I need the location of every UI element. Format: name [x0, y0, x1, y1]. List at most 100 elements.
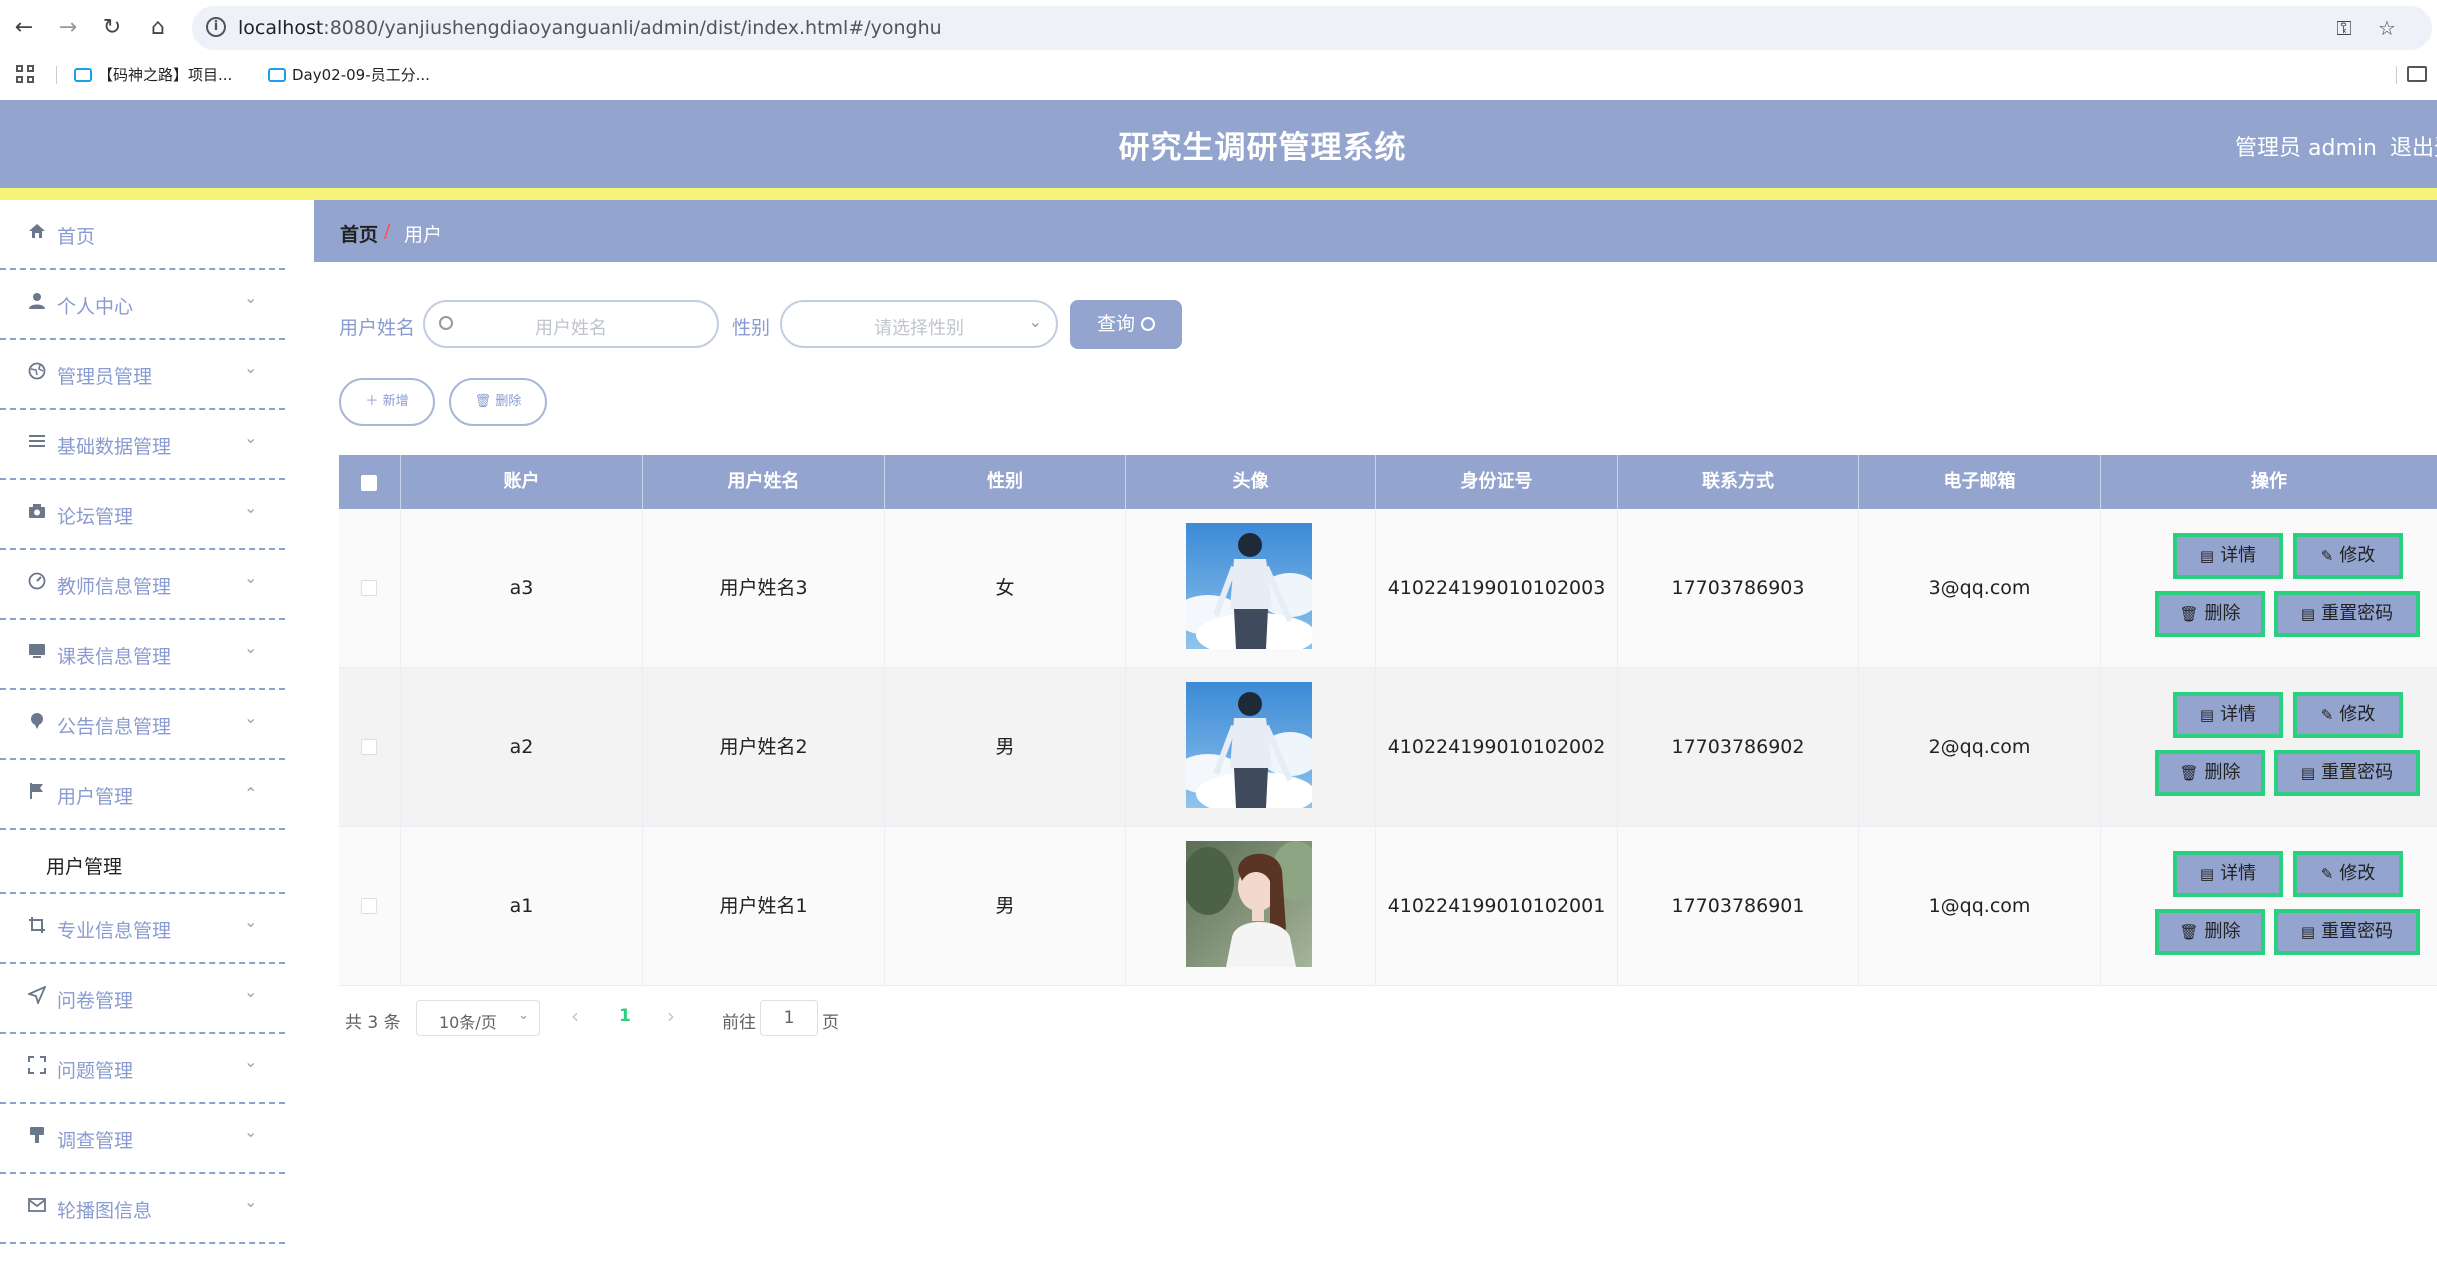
site-info-icon[interactable]: i: [206, 17, 226, 37]
logout-link[interactable]: 退出登录: [2390, 130, 2437, 162]
sidebar-item-label: 个人中心: [57, 296, 134, 318]
breadcrumb-home[interactable]: 首页: [340, 220, 378, 247]
gender-label: 性别: [732, 317, 771, 339]
edit-button[interactable]: ✎ 修改: [2293, 533, 2403, 579]
app-header: 研究生调研管理系统 管理员 admin 退出登录: [0, 100, 2437, 188]
flag-icon: [26, 782, 48, 804]
sidebar-item-basic-data[interactable]: 基础数据管理 ⌄: [0, 410, 285, 480]
select-all-checkbox[interactable]: [361, 475, 377, 491]
row-check-cell: [339, 668, 401, 826]
bookmark-item[interactable]: Day02-09-员工分...: [268, 64, 430, 86]
goto-label: 前往: [722, 1013, 756, 1033]
current-page-number[interactable]: 1: [619, 1006, 631, 1026]
avatar[interactable]: [1186, 841, 1312, 967]
row-checkbox[interactable]: [361, 739, 377, 755]
url-text[interactable]: localhost:8080/yanjiushengdiaoyanguanli/…: [238, 17, 942, 39]
add-button-label: 新增: [382, 394, 409, 409]
sidebar-subitem-label: 用户管理: [46, 856, 123, 878]
sidebar-item-carousel[interactable]: 轮播图信息 ⌄: [0, 1174, 285, 1244]
reset-password-button[interactable]: ▤ 重置密码: [2274, 909, 2420, 955]
chevron-down-icon: ⌄: [244, 358, 258, 377]
email-cell: 2@qq.com: [1859, 668, 2101, 826]
bookmark-item[interactable]: 【码神之路】项目...: [74, 64, 232, 86]
email-cell: 3@qq.com: [1859, 509, 2101, 667]
delete-button[interactable]: 🗑 删除: [2155, 591, 2265, 637]
password-key-icon[interactable]: ⚿: [2332, 16, 2356, 40]
reset-password-button-label: 重置密码: [2321, 603, 2394, 624]
column-header: 头像: [1126, 455, 1376, 509]
table-header: 账户 用户姓名 性别 头像 身份证号 联系方式 电子邮箱 操作: [339, 455, 2437, 509]
bookmark-separator: [2396, 66, 2397, 84]
edit-button[interactable]: ✎ 修改: [2293, 851, 2403, 897]
batch-delete-button[interactable]: 🗑 删除: [449, 378, 547, 426]
prev-page-icon[interactable]: ‹: [571, 1004, 579, 1028]
query-button[interactable]: 查询: [1070, 300, 1182, 349]
sidebar-item-label: 调查管理: [57, 1130, 134, 1152]
page-size-select[interactable]: 10条/页 ⌄: [416, 1000, 540, 1036]
detail-button[interactable]: ▤ 详情: [2173, 533, 2283, 579]
folder-icon[interactable]: [2407, 66, 2427, 82]
sidebar-item-question[interactable]: 问题管理 ⌄: [0, 1034, 285, 1104]
sidebar-item-home[interactable]: 首页: [0, 200, 285, 270]
page-unit-label: 页: [822, 1013, 839, 1033]
document-icon: ▤: [2199, 865, 2215, 883]
add-button[interactable]: ＋ 新增: [339, 378, 435, 426]
sidebar-item-label: 课表信息管理: [57, 646, 172, 668]
detail-button[interactable]: ▤ 详情: [2173, 692, 2283, 738]
chevron-down-icon: ⌄: [244, 708, 258, 727]
bilibili-icon: [268, 68, 286, 82]
avatar[interactable]: [1186, 682, 1312, 808]
forward-icon[interactable]: →: [56, 16, 80, 40]
home-icon[interactable]: ⌂: [146, 16, 170, 40]
next-page-icon[interactable]: ›: [667, 1004, 675, 1028]
delete-button[interactable]: 🗑 删除: [2155, 909, 2265, 955]
chevron-down-icon: ⌄: [244, 288, 258, 307]
monitor-icon: [26, 642, 48, 664]
sidebar-item-label: 基础数据管理: [57, 436, 172, 458]
sidebar-item-teacher[interactable]: 教师信息管理 ⌄: [0, 550, 285, 620]
edit-button[interactable]: ✎ 修改: [2293, 692, 2403, 738]
gender-select[interactable]: 请选择性别 ⌄: [780, 300, 1058, 348]
sidebar-item-profile[interactable]: 个人中心 ⌄: [0, 270, 285, 340]
header-accent-bar: [0, 188, 2437, 200]
sidebar-item-questionnaire[interactable]: 问卷管理 ⌄: [0, 964, 285, 1034]
crop-icon: [26, 916, 48, 938]
row-checkbox[interactable]: [361, 580, 377, 596]
bookmark-label: Day02-09-员工分...: [292, 66, 430, 84]
reset-password-button[interactable]: ▤ 重置密码: [2274, 591, 2420, 637]
bookmarks-bar: 【码神之路】项目... Day02-09-员工分...: [0, 58, 2437, 92]
reload-icon[interactable]: ↻: [100, 16, 124, 40]
edit-icon: ✎: [2320, 865, 2334, 883]
delete-button[interactable]: 🗑 删除: [2155, 750, 2265, 796]
sidebar-item-forum[interactable]: 论坛管理 ⌄: [0, 480, 285, 550]
chevron-down-icon: ⌄: [244, 1052, 258, 1071]
reset-password-button[interactable]: ▤ 重置密码: [2274, 750, 2420, 796]
apps-icon[interactable]: [16, 65, 36, 85]
sidebar-item-users[interactable]: 用户管理 ⌃: [0, 760, 285, 830]
gender-select-placeholder: 请选择性别: [874, 318, 964, 339]
document-icon: ▤: [2199, 547, 2215, 565]
table-row: a2 用户姓名2 男 410224199010102002 1770378690…: [339, 668, 2437, 827]
sidebar-item-notice[interactable]: 公告信息管理 ⌄: [0, 690, 285, 760]
name-search-input[interactable]: 用户姓名: [423, 300, 719, 348]
bookmark-star-icon[interactable]: ☆: [2375, 16, 2399, 40]
row-checkbox[interactable]: [361, 898, 377, 914]
detail-button[interactable]: ▤ 详情: [2173, 851, 2283, 897]
query-button-label: 查询: [1096, 313, 1135, 335]
phone-cell: 17703786903: [1618, 509, 1859, 667]
address-bar[interactable]: i localhost:8080/yanjiushengdiaoyanguanl…: [192, 6, 2432, 50]
chevron-down-icon: ⌄: [244, 498, 258, 517]
sidebar-item-admin[interactable]: 管理员管理 ⌄: [0, 340, 285, 410]
sidebar-subitem-users[interactable]: 用户管理: [0, 830, 285, 894]
sidebar-item-schedule[interactable]: 课表信息管理 ⌄: [0, 620, 285, 690]
chevron-down-icon: ⌄: [244, 982, 258, 1001]
back-icon[interactable]: ←: [12, 16, 36, 40]
sidebar: 首页 个人中心 ⌄ 管理员管理 ⌄ 基础数据管理 ⌄ 论坛管理 ⌄ 教师信息管理…: [0, 200, 285, 1269]
sidebar-item-major[interactable]: 专业信息管理 ⌄: [0, 894, 285, 964]
sidebar-item-survey[interactable]: 调查管理 ⌄: [0, 1104, 285, 1174]
avatar[interactable]: [1186, 523, 1312, 649]
column-header: 账户: [401, 455, 643, 509]
goto-page-input[interactable]: 1: [760, 1000, 818, 1036]
sidebar-item-label: 专业信息管理: [57, 920, 172, 942]
edit-icon: ✎: [2320, 547, 2334, 565]
